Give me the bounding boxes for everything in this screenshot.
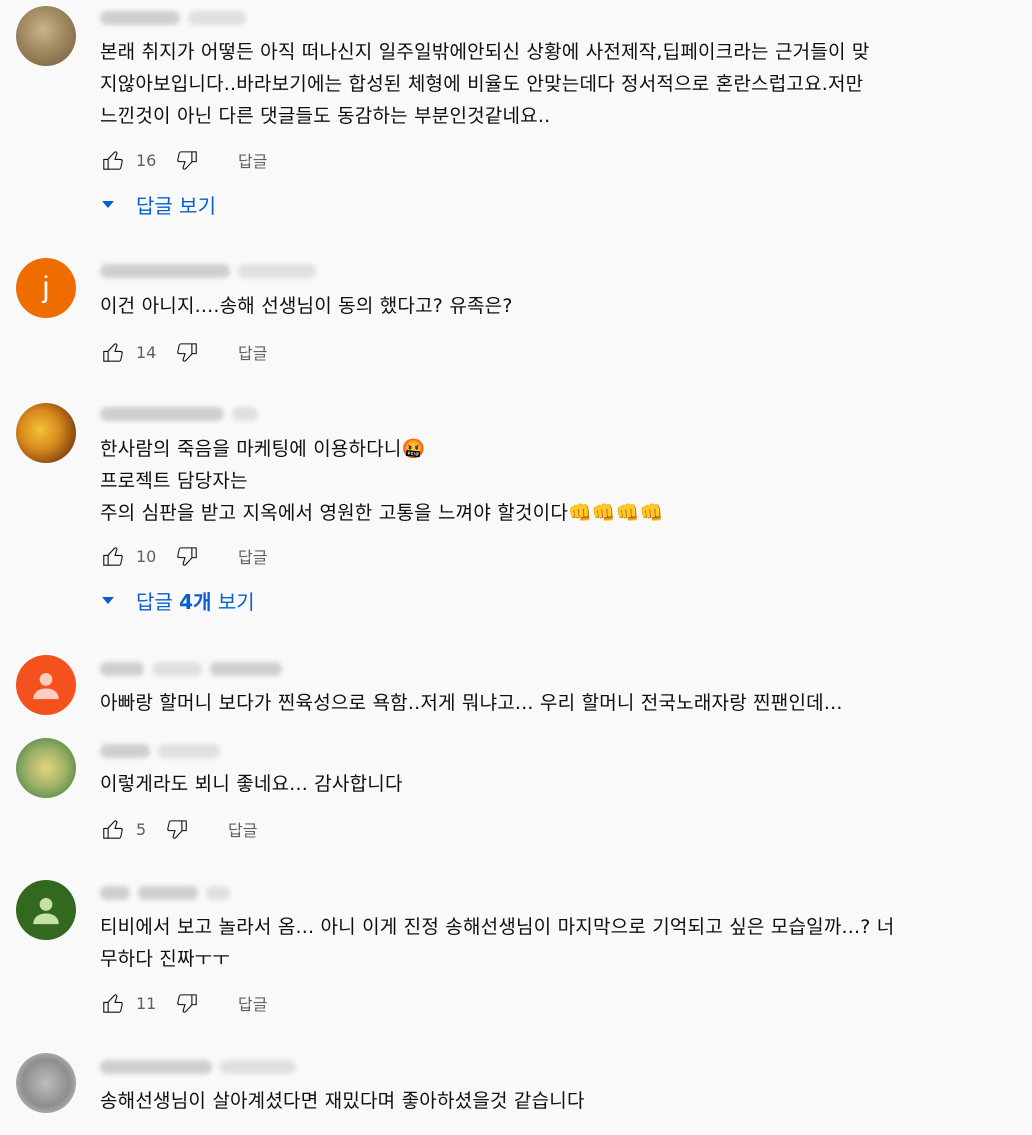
author-line[interactable] [100,260,324,282]
like-count: 16 [136,150,157,170]
timestamp [158,743,220,758]
timestamp [232,406,258,421]
thumbs-up-icon [103,343,123,362]
like-button[interactable] [100,147,126,173]
thumbs-down-icon [177,547,197,566]
author-name[interactable] [100,10,180,25]
author-line[interactable] [100,740,228,762]
dislike-button[interactable] [174,543,200,569]
timestamp [220,1059,296,1074]
author-line[interactable] [100,7,254,29]
author-name[interactable] [100,1059,212,1074]
comment-actions: 5 답글 [100,814,257,844]
like-count: 5 [136,819,147,839]
replies-suffix: 보기 [217,589,255,614]
replies-label: 답글 [136,193,173,218]
avatar[interactable] [16,880,76,940]
thumbs-down-icon [177,343,197,362]
timestamp [206,885,230,900]
comment-actions: 14 답글 [100,337,267,367]
dislike-button[interactable] [174,990,200,1016]
thumbs-up-icon [103,151,123,170]
dislike-button[interactable] [164,816,190,842]
comment-actions: 10 답글 [100,541,267,571]
author-line[interactable] [100,1056,304,1078]
comment-actions: 16 답글 [100,145,267,175]
caret-down-icon [102,200,114,208]
view-replies-button[interactable]: 답글 4개 보기 [98,585,255,615]
view-replies-button[interactable]: 답글 보기 [98,189,216,219]
author-tag [210,661,282,676]
reply-button[interactable]: 답글 [238,991,267,1015]
comment-text: 이건 아니지....송해 선생님이 동의 했다고? 유족은? [100,295,513,317]
reply-button[interactable]: 답글 [238,340,267,364]
author-name[interactable] [100,743,150,758]
avatar[interactable]: j [16,258,76,318]
dislike-button[interactable] [174,339,200,365]
avatar-letter-icon: j [42,271,50,304]
reply-button[interactable]: 답글 [238,148,267,172]
like-button[interactable] [100,339,126,365]
comment-actions: 11 답글 [100,988,267,1018]
thumbs-up-icon [103,994,123,1013]
avatar[interactable] [16,403,76,463]
default-user-icon [33,897,59,925]
reply-button[interactable]: 답글 [228,817,257,841]
comment-text: 티비에서 보고 놀라서 옴... 아니 이게 진정 송해선생님이 마지막으로 기… [100,916,895,970]
comment-text: 본래 취지가 어떻든 아직 떠나신지 일주일밖에안되신 상황에 사전제작,딥페이… [100,41,870,127]
author-name[interactable] [100,406,224,421]
author-line[interactable] [100,882,238,904]
author-name[interactable] [100,661,144,676]
author-name[interactable] [100,885,130,900]
thumbs-up-icon [103,820,123,839]
default-user-icon [33,672,59,700]
replies-label: 답글 [136,589,173,614]
timestamp [152,661,202,676]
reply-button[interactable]: 답글 [238,544,267,568]
author-handle [138,885,198,900]
replies-suffix: 보기 [179,193,216,218]
dislike-button[interactable] [174,147,200,173]
comment-text: 송해선생님이 살아계셨다면 재밌다며 좋아하셨을것 같습니다 [100,1090,585,1112]
thumbs-up-icon [103,547,123,566]
avatar[interactable] [16,655,76,715]
like-button[interactable] [100,816,126,842]
comment-text: 이렇게라도 뵈니 좋네요... 감사합니다 [100,773,403,795]
like-count: 10 [136,546,157,566]
timestamp [188,10,246,25]
replies-count: 4개 [179,589,212,614]
thumbs-down-icon [177,994,197,1013]
caret-down-icon [102,596,114,604]
timestamp [238,263,316,278]
avatar[interactable] [16,6,76,66]
author-line[interactable] [100,403,266,425]
like-count: 14 [136,342,157,362]
thumbs-down-icon [167,820,187,839]
author-line[interactable] [100,658,290,680]
thumbs-down-icon [177,151,197,170]
like-count: 11 [136,993,157,1013]
like-button[interactable] [100,543,126,569]
comment-text: 아빠랑 할머니 보다가 찐육성으로 욕함..저게 뭐냐고... 우리 할머니 전… [100,692,843,714]
avatar[interactable] [16,1053,76,1113]
like-button[interactable] [100,990,126,1016]
author-name[interactable] [100,263,230,278]
avatar[interactable] [16,738,76,798]
comment-text: 한사람의 죽음을 마케팅에 이용하다니🤬 프로젝트 담당자는 주의 심판을 받고… [100,438,664,524]
